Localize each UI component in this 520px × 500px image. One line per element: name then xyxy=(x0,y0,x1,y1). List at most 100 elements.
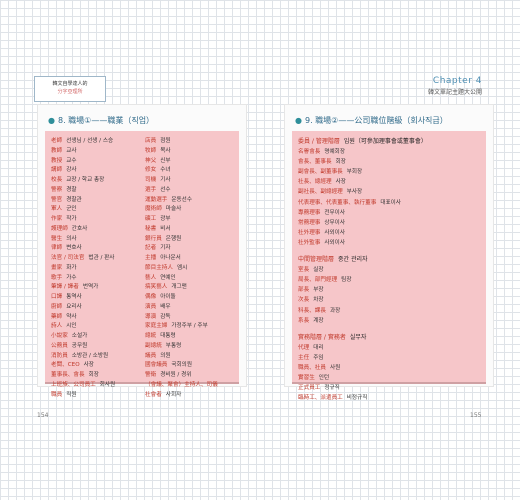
vocab-row: 歌手 가수 xyxy=(51,274,115,284)
vocab-row: 消防員 소방관 / 소방원 xyxy=(51,352,115,362)
korean-term: 공무원 xyxy=(71,342,88,349)
korean-term: 부장 xyxy=(313,287,324,294)
korean-term: 사장 xyxy=(83,362,94,369)
vocab-row: 代表理事、代表董事、執行董事 대표이사 xyxy=(298,198,427,208)
korean-term: 법관 / 판사 xyxy=(88,255,115,261)
vocab-row: 老闆、CEO 사장 xyxy=(51,361,115,371)
chinese-term: 節目主持人 xyxy=(145,264,173,271)
group-heading-ko: 실무자 xyxy=(349,333,367,341)
panel-title-text: 8. 職場①——職業（직업） xyxy=(57,116,155,125)
chinese-term: 實習生 xyxy=(298,375,315,382)
vocab-row: 臨時工、派遣員工 비정규직 xyxy=(298,393,427,403)
korean-term: 번역가 xyxy=(82,284,99,291)
chinese-term: 演員 xyxy=(145,303,157,310)
vocab-row: 小說家 소설가 xyxy=(51,332,115,342)
book-tag-line1: 韓文自學達人的 xyxy=(52,81,88,87)
chinese-term: 偶像 xyxy=(145,294,157,300)
vocab-row: 實習生 인턴 xyxy=(298,373,427,383)
chinese-term: 名譽會長 xyxy=(298,149,321,156)
korean-term: 사외이사 xyxy=(324,229,345,236)
korean-term: 연예인 xyxy=(160,274,176,281)
vocab-row: 老師 선생님 / 선생 / 스승 xyxy=(51,137,115,147)
vocab-row: 系長 계장 xyxy=(298,316,427,326)
vocab-row: 礦工 광부 xyxy=(145,215,222,225)
chinese-term: 警官 xyxy=(51,196,63,203)
chinese-term: 運動選手 xyxy=(145,196,168,203)
korean-term: 부회장 xyxy=(346,169,363,176)
chinese-term: 正式員工 xyxy=(298,385,321,392)
chinese-term: 選手 xyxy=(145,186,157,193)
vocab-box: 委員 / 管理階層 임원（可參加理事會或董事會） 名譽會長 명예회장 會長、董事長 회장 副… xyxy=(292,131,486,401)
chinese-term: 司機 xyxy=(145,177,157,183)
vocab-row: 節目主持人 엠시 xyxy=(145,264,222,274)
korean-term: 사장 xyxy=(335,179,346,186)
korean-term: 부사장 xyxy=(346,189,363,196)
korean-term: 소설가 xyxy=(71,333,88,339)
vocab-row: 教授 교수 xyxy=(51,157,115,167)
vocab-row: 藥師 약사 xyxy=(51,313,115,323)
korean-term: 전무이사 xyxy=(324,209,345,216)
chinese-term: 校長 xyxy=(51,177,63,183)
korean-term: 교수 xyxy=(66,157,77,164)
korean-term: 가정주부 / 주부 xyxy=(171,323,208,330)
korean-term: 경비원 / 경위 xyxy=(160,372,192,378)
chinese-term: 警衛 xyxy=(145,372,157,378)
korean-term: 소방관 / 소방원 xyxy=(71,352,109,359)
vocab-row: 會長、董事長 회장 xyxy=(298,157,427,167)
chinese-term: 總統 xyxy=(145,333,157,339)
chinese-term: 副社長、副總經理 xyxy=(298,189,343,196)
group-gap xyxy=(298,248,427,255)
group-heading-ko: 중간 관리자 xyxy=(338,256,368,264)
korean-term: 선수 xyxy=(160,186,171,193)
chinese-term: 常務理事 xyxy=(298,219,321,226)
vocab-row: 次長 차장 xyxy=(298,295,427,305)
vocab-row: 牧師 목사 xyxy=(145,147,222,157)
chinese-term: 律師 xyxy=(51,245,63,252)
pin-icon: ● xyxy=(48,116,55,125)
vocab-row: 司機 기사 xyxy=(145,176,222,186)
chinese-term: 消防員 xyxy=(51,352,68,359)
korean-term: 대통령 xyxy=(160,333,176,339)
chinese-term: 記者 xyxy=(145,245,157,252)
vocab-row: 部長 부장 xyxy=(298,285,427,295)
chinese-term: 職員、社員 xyxy=(298,364,326,371)
chinese-term: 代表理事、代表董事、執行董事 xyxy=(298,199,377,206)
korean-term: 정규직 xyxy=(324,385,340,392)
korean-term: 엠시 xyxy=(176,264,188,271)
chinese-term: 董事長、會長 xyxy=(51,372,85,378)
korean-term: 군인 xyxy=(66,206,77,213)
korean-term: 비정규직 xyxy=(346,395,368,402)
chinese-term: 家庭主婦 xyxy=(145,323,168,330)
book-tag: 韓文自學達人的 分字亞理所 xyxy=(34,76,106,102)
chinese-term: 歌手 xyxy=(51,274,63,281)
vocab-row: 總統 대통령 xyxy=(145,332,222,342)
chinese-term: 國會議員 xyxy=(145,362,168,369)
page-number-right: 155 xyxy=(470,412,482,419)
occupation-panel: ● 8. 職場①——職業（직업） 老師 선생님 / 선생 / 스승 教師 교사 教授 교수 講… xyxy=(37,104,247,398)
group-heading-zh: 委員 / 管理階層 xyxy=(298,138,340,145)
vocab-row: 軍人 군인 xyxy=(51,205,115,215)
vocab-row: 副社長、副總經理 부사장 xyxy=(298,187,427,197)
vocab-row: 醫生 의사 xyxy=(51,235,115,245)
chinese-term: 搞笑藝人 xyxy=(145,284,168,291)
korean-term: 강사 xyxy=(66,167,77,174)
korean-term: 약사 xyxy=(66,313,77,320)
vocab-row: 公務員 공무원 xyxy=(51,342,115,352)
vocab-row: 藝人 연예인 xyxy=(145,274,222,284)
vocab-row: 律師 변호사 xyxy=(51,244,115,254)
korean-term: 인턴 xyxy=(318,375,330,382)
panel-title: ● 9. 職場②——公司職位階級（회사직급） xyxy=(295,115,448,126)
vocab-row: 修女 수녀 xyxy=(145,166,222,176)
vocab-row: 教師 교사 xyxy=(51,147,115,157)
vocab-row: 常務理事 상무이사 xyxy=(298,218,427,228)
chinese-term: 銀行員 xyxy=(145,235,162,242)
vocab-row: 銀行員 은행원 xyxy=(145,235,222,245)
vocab-row: 店員 점원 xyxy=(145,137,222,147)
chinese-term: 副會長、副董事長 xyxy=(298,169,343,176)
vocab-row: 畫家 화가 xyxy=(51,264,115,274)
chinese-term: 導演 xyxy=(145,313,157,320)
korean-term: 통역사 xyxy=(66,294,82,300)
korean-term: 대리 xyxy=(313,344,324,351)
korean-term: 아이돌 xyxy=(160,294,176,300)
chinese-term: 作家 xyxy=(51,216,63,222)
